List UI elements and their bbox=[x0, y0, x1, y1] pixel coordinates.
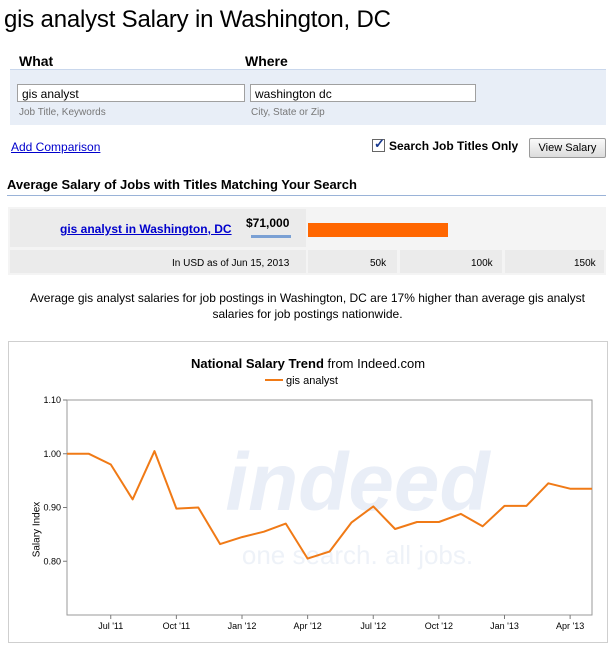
x-tick-label: Jan '12 bbox=[228, 621, 257, 631]
add-comparison-link[interactable]: Add Comparison bbox=[11, 140, 100, 154]
tick-label-100k: 100k bbox=[471, 258, 493, 269]
y-tick-label: 1.00 bbox=[43, 449, 61, 459]
job-title-link[interactable]: gis analyst in Washington, DC bbox=[60, 222, 232, 236]
x-tick-label: Apr '12 bbox=[294, 621, 322, 631]
x-tick-label: Jan '13 bbox=[490, 621, 519, 631]
watermark-tagline: one search. all jobs. bbox=[242, 540, 473, 570]
search-titles-only-label: Search Job Titles Only bbox=[389, 139, 519, 153]
where-label: Where bbox=[245, 53, 288, 69]
x-tick-label: Jul '12 bbox=[360, 621, 386, 631]
view-salary-button[interactable]: View Salary bbox=[529, 138, 606, 158]
what-input[interactable]: gis analyst bbox=[17, 84, 245, 102]
search-panel: What Where gis analyst washington dc Job… bbox=[10, 49, 606, 125]
checkmark-icon: ✓ bbox=[374, 136, 385, 151]
page-title: gis analyst Salary in Washington, DC bbox=[4, 6, 391, 33]
what-label: What bbox=[19, 53, 54, 69]
results-heading: Average Salary of Jobs with Titles Match… bbox=[7, 177, 357, 192]
where-hint: City, State or Zip bbox=[251, 107, 325, 118]
salary-trend-chart: National Salary Trend from Indeed.com gi… bbox=[8, 341, 608, 643]
search-titles-only-toggle[interactable]: ✓ Search Job Titles Only bbox=[372, 136, 519, 153]
divider bbox=[7, 195, 606, 196]
chart-plot: indeed one search. all jobs. 0.80 0.90 1.00 1… bbox=[43, 395, 593, 631]
x-tick-label: Jul '11 bbox=[98, 621, 123, 631]
salary-table: gis analyst in Washington, DC $71,000 In… bbox=[8, 207, 606, 275]
currency-note: In USD as of Jun 15, 2013 bbox=[172, 258, 290, 269]
x-tick-label: Oct '11 bbox=[163, 621, 191, 631]
search-bar: gis analyst washington dc Job Title, Key… bbox=[10, 69, 606, 125]
salary-value: $71,000 bbox=[246, 216, 290, 230]
y-tick-label: 0.90 bbox=[43, 503, 61, 513]
what-hint: Job Title, Keywords bbox=[19, 107, 106, 118]
x-tick-label: Apr '13 bbox=[556, 621, 584, 631]
tick-label-150k: 150k bbox=[574, 258, 596, 269]
salary-underline bbox=[251, 235, 291, 238]
y-tick-label: 0.80 bbox=[43, 556, 61, 566]
y-tick-label: 1.10 bbox=[43, 395, 61, 405]
comparison-note: Average gis analyst salaries for job pos… bbox=[30, 291, 585, 321]
x-tick-label: Oct '12 bbox=[425, 621, 453, 631]
tick-label-50k: 50k bbox=[370, 258, 387, 269]
salary-bar bbox=[308, 223, 448, 237]
watermark-logo: indeed bbox=[225, 437, 491, 528]
where-input[interactable]: washington dc bbox=[250, 84, 476, 102]
checkbox[interactable]: ✓ bbox=[372, 136, 385, 152]
